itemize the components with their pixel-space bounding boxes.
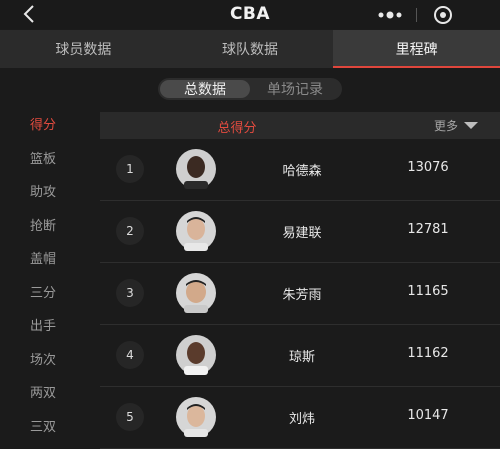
target-icon bbox=[433, 6, 452, 24]
title-bar: CBA bbox=[0, 0, 500, 29]
table-row[interactable]: 1 哈德森 13076 bbox=[100, 139, 500, 201]
category-blocks[interactable]: 盖帽 bbox=[0, 241, 95, 275]
tab-milestones[interactable]: 里程碑 bbox=[333, 30, 500, 68]
data-mode-toggle: 总数据 单场记录 bbox=[158, 78, 342, 100]
rank-badge: 5 bbox=[116, 403, 144, 431]
stat-value: 11165 bbox=[407, 284, 449, 299]
player-name: 哈德森 bbox=[282, 164, 322, 179]
ranking-list: 1 哈德森 13076 2 易建联 12781 3 朱芳雨 11165 4 琼斯… bbox=[100, 139, 500, 449]
rank-badge: 3 bbox=[116, 279, 144, 307]
rank-badge: 4 bbox=[116, 341, 144, 369]
category-double-doubles[interactable]: 两双 bbox=[0, 375, 95, 409]
stat-value: 13076 bbox=[407, 160, 449, 175]
table-header: 总得分 更多 bbox=[100, 112, 500, 139]
tab-player-stats[interactable]: 球员数据 bbox=[0, 30, 167, 68]
category-rebounds[interactable]: 篮板 bbox=[0, 141, 95, 175]
avatar bbox=[176, 273, 216, 313]
player-name: 易建联 bbox=[282, 226, 322, 241]
top-tabs: 球员数据 球队数据 里程碑 bbox=[0, 30, 500, 68]
avatar bbox=[176, 335, 216, 375]
category-assists[interactable]: 助攻 bbox=[0, 174, 95, 208]
tab-team-stats[interactable]: 球队数据 bbox=[167, 30, 334, 68]
toggle-single-game-records[interactable]: 单场记录 bbox=[250, 80, 340, 98]
player-name: 刘炜 bbox=[288, 412, 315, 427]
close-miniprogram-button[interactable] bbox=[420, 5, 465, 25]
rank-badge: 2 bbox=[116, 217, 144, 245]
category-triple-doubles[interactable]: 三双 bbox=[0, 409, 95, 443]
category-steals[interactable]: 抢断 bbox=[0, 208, 95, 242]
player-name: 琼斯 bbox=[288, 350, 315, 365]
capsule-divider bbox=[416, 8, 417, 22]
toggle-total-data[interactable]: 总数据 bbox=[160, 80, 250, 98]
stat-value: 12781 bbox=[407, 222, 449, 237]
more-label: 更多 bbox=[433, 119, 458, 133]
category-points[interactable]: 得分 bbox=[0, 107, 95, 141]
mini-program-capsule bbox=[365, 5, 465, 25]
player-name: 朱芳雨 bbox=[282, 288, 322, 303]
category-list: 得分 篮板 助攻 抢断 盖帽 三分 出手 场次 两双 三双 bbox=[0, 107, 95, 442]
stat-value: 11162 bbox=[407, 346, 449, 361]
rank-badge: 1 bbox=[116, 155, 144, 183]
category-shots[interactable]: 出手 bbox=[0, 308, 95, 342]
table-row[interactable]: 4 琼斯 11162 bbox=[100, 325, 500, 387]
category-games[interactable]: 场次 bbox=[0, 342, 95, 376]
caret-down-icon bbox=[464, 122, 478, 129]
dots-icon bbox=[378, 11, 402, 19]
table-row[interactable]: 2 易建联 12781 bbox=[100, 201, 500, 263]
category-threes[interactable]: 三分 bbox=[0, 275, 95, 309]
stat-value: 10147 bbox=[407, 408, 449, 423]
more-button[interactable] bbox=[365, 5, 415, 25]
avatar bbox=[176, 149, 216, 189]
table-row[interactable]: 3 朱芳雨 11165 bbox=[100, 263, 500, 325]
more-dropdown[interactable]: 更多 bbox=[434, 117, 478, 134]
avatar bbox=[176, 397, 216, 437]
avatar bbox=[176, 211, 216, 251]
